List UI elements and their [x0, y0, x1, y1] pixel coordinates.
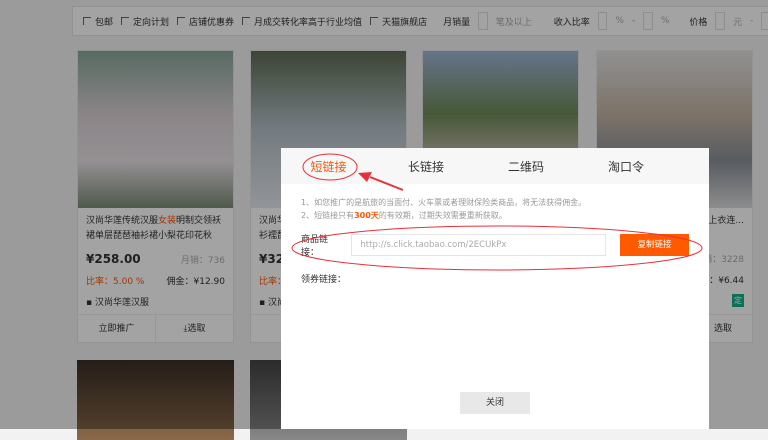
annotation-ellipse [291, 225, 703, 271]
annotation-circle [302, 153, 358, 181]
arrow-icon [369, 176, 404, 191]
arrow-head-icon [358, 172, 372, 182]
annotation-layer [291, 153, 703, 271]
